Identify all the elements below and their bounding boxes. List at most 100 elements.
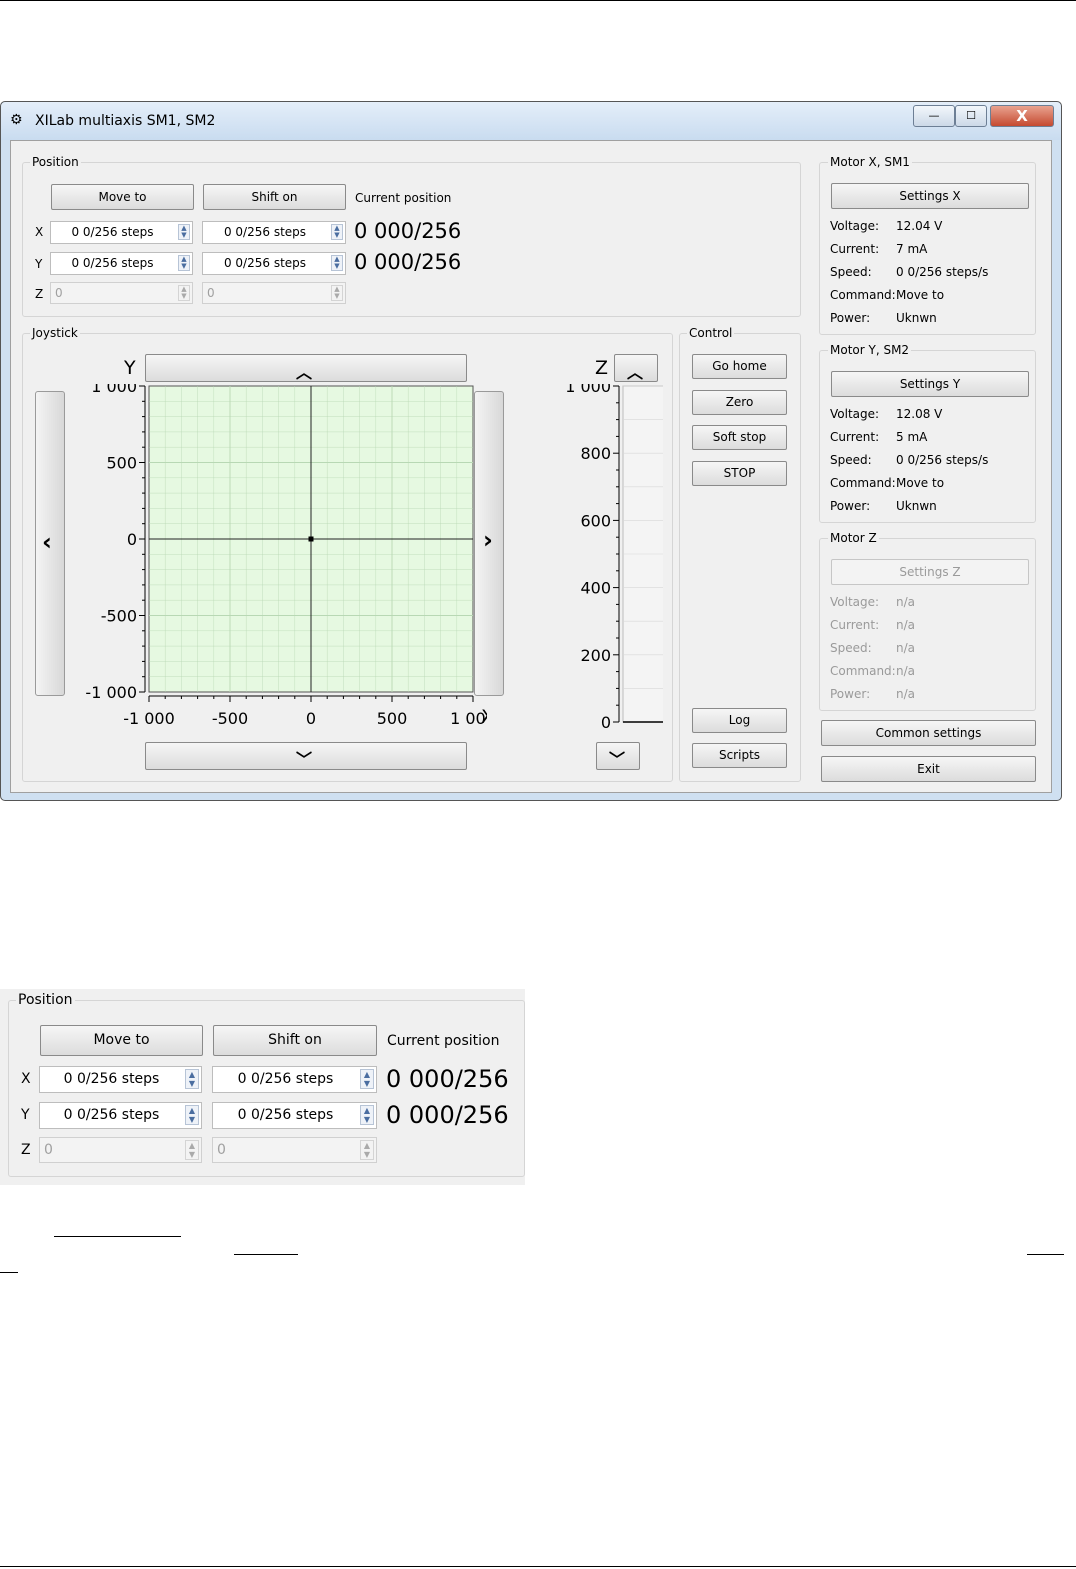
chevron-down-icon: ﹀: [296, 750, 313, 769]
settings-x-button[interactable]: Settings X: [831, 183, 1029, 209]
zoom-shift-on-z-field: 0 ▲ ▼: [212, 1137, 377, 1163]
current-position-y: 0 000/256: [354, 250, 462, 274]
motor-y-power: Uknwn: [896, 499, 937, 513]
settings-z-button: Settings Z: [831, 559, 1029, 585]
z-tick-label: 0: [601, 713, 611, 732]
shift-on-x-field[interactable]: 0 0/256 steps ▲ ▼: [202, 221, 346, 244]
zoom-position-title: Position: [16, 992, 75, 1008]
joystick-down-button[interactable]: ﹀: [145, 742, 467, 770]
motor-z-current-key: Current:: [830, 618, 880, 632]
motor-x-speed-key: Speed:: [830, 265, 872, 279]
zoom-move-to-x-field[interactable]: 0 0/256 steps ▲ ▼: [39, 1066, 202, 1093]
underline-mark: [1027, 1254, 1064, 1255]
settings-y-button[interactable]: Settings Y: [831, 371, 1029, 397]
z-tick-label: 600: [580, 511, 611, 530]
chevron-left-icon: ‹: [42, 528, 52, 556]
log-button[interactable]: Log: [692, 708, 787, 733]
app-icon: ⚙: [10, 112, 23, 128]
motor-x-power-key: Power:: [830, 311, 871, 325]
joystick-up-button[interactable]: ︿: [145, 354, 467, 382]
move-to-z-field: 0 ▲ ▼: [50, 282, 193, 304]
motor-y-speed-key: Speed:: [830, 453, 872, 467]
y-tick-label: 0: [127, 530, 137, 549]
spin-arrows-icon[interactable]: ▲ ▼: [178, 255, 190, 271]
z-axis-label: Z: [595, 357, 609, 379]
window-title: XILab multiaxis SM1, SM2: [35, 113, 216, 129]
motor-x-title: Motor X, SM1: [828, 155, 912, 169]
joystick-xy-plot[interactable]: 1 0005000-500-1 000-1 000-50005001 000X: [67, 384, 487, 739]
title-bar[interactable]: ⚙ XILab multiaxis SM1, SM2 — ☐ X: [1, 102, 1061, 140]
spin-arrows-icon[interactable]: ▲ ▼: [331, 255, 343, 271]
common-settings-button[interactable]: Common settings: [821, 720, 1036, 746]
current-position-x: 0 000/256: [354, 219, 462, 243]
spin-arrows-icon[interactable]: ▲ ▼: [360, 1105, 374, 1125]
control-group-title: Control: [687, 326, 735, 340]
zoom-shift-on-x-field[interactable]: 0 0/256 steps ▲ ▼: [212, 1066, 377, 1093]
motor-x-current-key: Current:: [830, 242, 880, 256]
exit-button[interactable]: Exit: [821, 756, 1036, 782]
axis-z-label: Z: [35, 287, 44, 301]
zoom-shift-on-button[interactable]: Shift on: [213, 1025, 377, 1056]
underline-mark: [0, 1272, 18, 1273]
spin-arrows-icon[interactable]: ▲ ▼: [360, 1069, 374, 1089]
x-axis-label: X: [481, 706, 487, 728]
x-tick-label: 500: [377, 709, 408, 728]
motor-y-voltage-key: Voltage:: [830, 407, 880, 421]
zoom-move-to-z-field: 0 ▲ ▼: [39, 1137, 202, 1163]
x-tick-label: 0: [306, 709, 316, 728]
move-to-y-field[interactable]: 0 0/256 steps ▲ ▼: [50, 252, 193, 275]
motor-x-voltage-key: Voltage:: [830, 219, 880, 233]
underline-mark: [54, 1236, 181, 1237]
motor-z-power: n/a: [896, 687, 916, 701]
underline-mark: [234, 1254, 298, 1255]
joystick-group-title: Joystick: [30, 326, 80, 340]
close-button[interactable]: X: [990, 105, 1054, 127]
motor-z-speed: n/a: [896, 641, 916, 655]
motor-y-current-key: Current:: [830, 430, 880, 444]
spin-arrows-icon[interactable]: ▲ ▼: [178, 224, 190, 240]
position-group-title: Position: [30, 155, 81, 169]
motor-z-speed-key: Speed:: [830, 641, 872, 655]
motor-z-title: Motor Z: [828, 531, 879, 545]
spin-arrows-icon: ▲ ▼: [331, 285, 343, 301]
z-up-button[interactable]: ︿: [614, 354, 658, 382]
y-tick-label: 500: [106, 454, 137, 473]
y-tick-label: -500: [101, 607, 137, 626]
motor-y-power-key: Power:: [830, 499, 871, 513]
maximize-button[interactable]: ☐: [955, 105, 987, 127]
soft-stop-button[interactable]: Soft stop: [692, 425, 787, 450]
zero-button[interactable]: Zero: [692, 390, 787, 415]
motor-x-current: 7 mA: [896, 242, 928, 256]
minimize-button[interactable]: —: [913, 105, 955, 127]
top-rule: [0, 0, 1076, 1]
move-to-button[interactable]: Move to: [51, 184, 194, 210]
zoom-move-to-y-field[interactable]: 0 0/256 steps ▲ ▼: [39, 1102, 202, 1129]
motor-z-command-key: Command:: [830, 664, 896, 678]
zoom-shift-on-y-field[interactable]: 0 0/256 steps ▲ ▼: [212, 1102, 377, 1129]
stop-button[interactable]: STOP: [692, 461, 787, 486]
motor-z-command: n/a: [896, 664, 916, 678]
joystick-y-label: Y: [124, 357, 136, 379]
spin-arrows-icon[interactable]: ▲ ▼: [331, 224, 343, 240]
bottom-rule: [0, 1566, 1076, 1567]
z-down-button[interactable]: ﹀: [596, 742, 640, 770]
x-tick-label: -500: [212, 709, 248, 728]
x-tick-label: -1 000: [123, 709, 175, 728]
spin-arrows-icon[interactable]: ▲ ▼: [185, 1069, 199, 1089]
z-tick-label: 400: [580, 579, 611, 598]
current-position-label: Current position: [355, 191, 452, 205]
go-home-button[interactable]: Go home: [692, 354, 787, 379]
zoom-move-to-button[interactable]: Move to: [40, 1025, 203, 1056]
shift-on-button[interactable]: Shift on: [203, 184, 346, 210]
shift-on-y-field[interactable]: 0 0/256 steps ▲ ▼: [202, 252, 346, 275]
joystick-left-button[interactable]: ‹: [35, 391, 65, 696]
motor-z-voltage-key: Voltage:: [830, 595, 880, 609]
position-panel-zoom: Position Move to Shift on Current positi…: [0, 989, 525, 1185]
scripts-button[interactable]: Scripts: [692, 743, 787, 768]
move-to-x-field[interactable]: 0 0/256 steps ▲ ▼: [50, 221, 193, 244]
motor-z-current: n/a: [896, 618, 916, 632]
motor-y-command-key: Command:: [830, 476, 896, 490]
z-level-plot[interactable]: 1 000 800 600 400 200 0: [539, 384, 663, 739]
z-tick-label: 200: [580, 646, 611, 665]
spin-arrows-icon[interactable]: ▲ ▼: [185, 1105, 199, 1125]
